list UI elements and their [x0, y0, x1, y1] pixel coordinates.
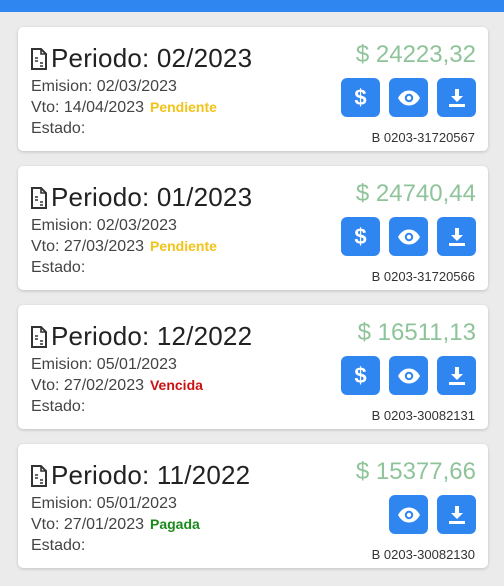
estado-label: Estado: — [31, 259, 86, 276]
view-button[interactable] — [389, 78, 428, 117]
download-button[interactable] — [437, 495, 476, 534]
file-invoice-icon — [31, 325, 47, 348]
period-label: Periodo: 12/2022 — [51, 321, 253, 351]
invoice-card: Periodo: 11/2022 Emision: 05/01/2023 Vto… — [18, 444, 488, 568]
status-badge: Vencida — [149, 377, 203, 393]
eye-icon — [397, 368, 420, 383]
emision-date: Emision: 05/01/2023 — [31, 356, 177, 373]
invoice-card: Periodo: 01/2023 Emision: 02/03/2023 Vto… — [18, 166, 488, 290]
invoice-title: Periodo: 01/2023 — [31, 182, 252, 213]
status-badge: Pendiente — [149, 238, 217, 254]
file-invoice-icon — [31, 186, 47, 209]
amount: $ 24740,44 — [355, 180, 476, 207]
amount: $ 16511,13 — [357, 319, 476, 346]
file-invoice-icon — [31, 47, 47, 70]
emision-date: Emision: 02/03/2023 — [31, 217, 177, 234]
view-button[interactable] — [389, 356, 428, 395]
estado-label: Estado: — [31, 120, 86, 137]
download-icon — [448, 505, 465, 524]
download-button[interactable] — [437, 78, 476, 117]
dollar-icon: $ — [354, 84, 367, 110]
invoice-title: Periodo: 11/2022 — [31, 460, 250, 491]
due-date: Vto: 27/02/2023 — [31, 377, 144, 394]
status-badge: Pagada — [149, 516, 200, 532]
due-date-row: Vto: 27/02/2023 Vencida — [31, 377, 203, 395]
invoice-code: B 0203-31720566 — [371, 269, 475, 284]
period-label: Periodo: 02/2023 — [51, 43, 253, 73]
top-bar — [0, 0, 504, 12]
due-date: Vto: 27/01/2023 — [31, 516, 144, 533]
pay-button[interactable]: $ — [341, 356, 380, 395]
invoice-title: Periodo: 12/2022 — [31, 321, 252, 352]
download-button[interactable] — [437, 217, 476, 256]
invoice-card: Periodo: 02/2023 Emision: 02/03/2023 Vto… — [18, 27, 488, 151]
invoice-code: B 0203-30082131 — [371, 408, 475, 423]
pay-button[interactable]: $ — [341, 78, 380, 117]
due-date-row: Vto: 14/04/2023 Pendiente — [31, 99, 217, 117]
period-label: Periodo: 11/2022 — [51, 460, 251, 490]
emision-date: Emision: 05/01/2023 — [31, 495, 177, 512]
invoice-card: Periodo: 12/2022 Emision: 05/01/2023 Vto… — [18, 305, 488, 429]
download-icon — [448, 227, 465, 246]
eye-icon — [397, 90, 420, 105]
action-buttons: $ — [341, 217, 476, 256]
estado-label: Estado: — [31, 398, 86, 415]
amount: $ 24223,32 — [355, 41, 476, 68]
dollar-icon: $ — [354, 362, 367, 388]
eye-icon — [397, 229, 420, 244]
invoice-code: B 0203-31720567 — [371, 130, 475, 145]
dollar-icon: $ — [354, 223, 367, 249]
action-buttons — [389, 495, 476, 534]
action-buttons: $ — [341, 356, 476, 395]
download-icon — [448, 88, 465, 107]
invoice-title: Periodo: 02/2023 — [31, 43, 252, 74]
emision-date: Emision: 02/03/2023 — [31, 78, 177, 95]
action-buttons: $ — [341, 78, 476, 117]
period-label: Periodo: 01/2023 — [51, 182, 253, 212]
estado-label: Estado: — [31, 537, 86, 554]
due-date: Vto: 27/03/2023 — [31, 238, 144, 255]
status-badge: Pendiente — [149, 99, 217, 115]
due-date: Vto: 14/04/2023 — [31, 99, 144, 116]
download-button[interactable] — [437, 356, 476, 395]
amount: $ 15377,66 — [355, 458, 476, 485]
file-invoice-icon — [31, 464, 47, 487]
download-icon — [448, 366, 465, 385]
view-button[interactable] — [389, 495, 428, 534]
due-date-row: Vto: 27/01/2023 Pagada — [31, 516, 200, 534]
pay-button[interactable]: $ — [341, 217, 380, 256]
view-button[interactable] — [389, 217, 428, 256]
eye-icon — [397, 507, 420, 522]
invoice-code: B 0203-30082130 — [371, 547, 475, 562]
due-date-row: Vto: 27/03/2023 Pendiente — [31, 238, 217, 256]
